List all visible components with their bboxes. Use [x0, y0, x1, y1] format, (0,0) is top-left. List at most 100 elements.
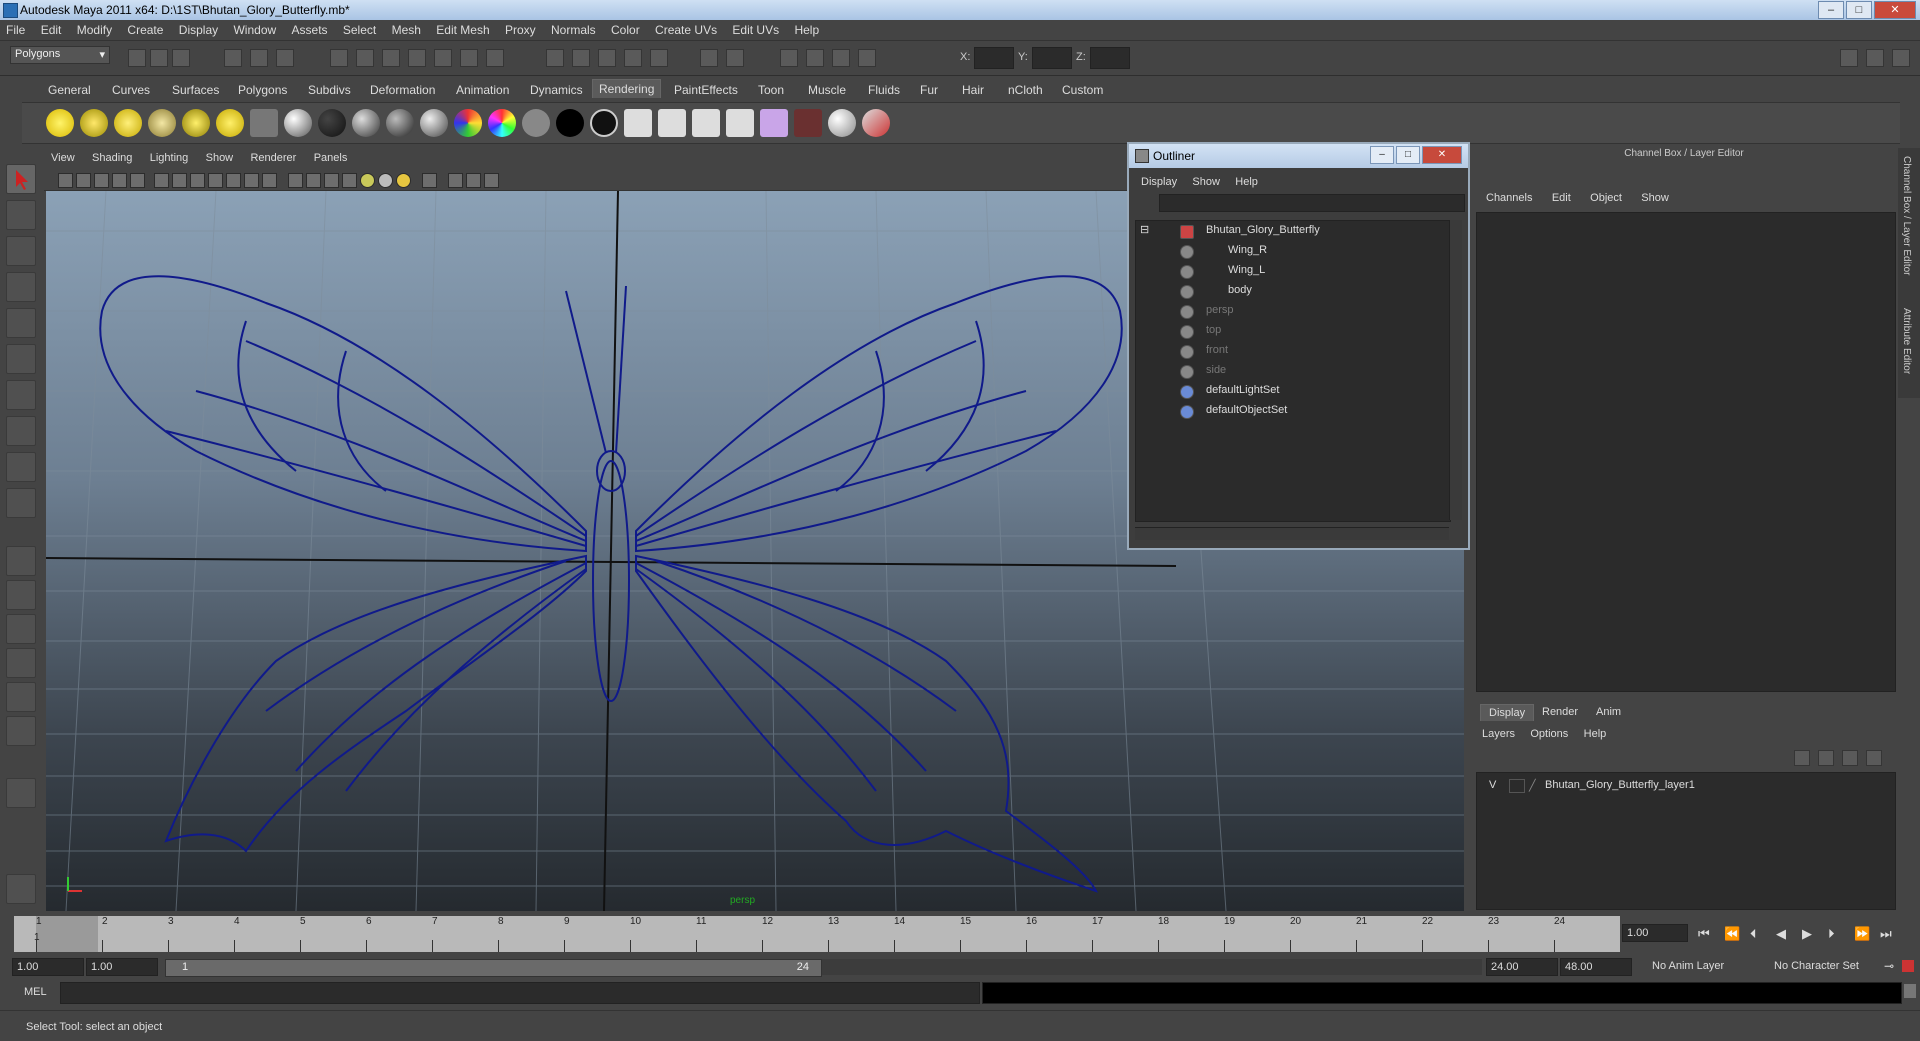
range-slider-bar[interactable]: 1 24	[165, 959, 822, 977]
command-input[interactable]	[60, 982, 980, 1004]
history-icon[interactable]	[460, 49, 478, 67]
smooth-shading-icon[interactable]	[306, 173, 321, 188]
outliner-item-top[interactable]: top	[1206, 324, 1221, 336]
time-slider-track[interactable]: 1 1 2 3 4 5 6 7 8 9 10 11 12 13 14 15 16…	[14, 916, 1620, 952]
layer-row[interactable]: V ╱ Bhutan_Glory_Butterfly_layer1	[1481, 777, 1889, 793]
viewport-menu-renderer[interactable]: Renderer	[243, 150, 303, 166]
select-by-component-icon[interactable]	[276, 49, 294, 67]
move-layer-down-icon[interactable]	[1818, 750, 1834, 766]
shelf-tab-toon[interactable]: Toon	[752, 81, 790, 99]
anim-layer-selector[interactable]: No Anim Layer	[1648, 958, 1758, 976]
wireframe-on-shaded-icon[interactable]	[324, 173, 339, 188]
single-perspective-layout-icon[interactable]	[6, 546, 36, 576]
render-settings-shelf-icon[interactable]	[726, 109, 754, 137]
z-coordinate-field[interactable]	[1090, 47, 1130, 69]
outliner-horizontal-scrollbar[interactable]	[1135, 527, 1449, 540]
anisotropic-shader-icon[interactable]	[420, 109, 448, 137]
shelf-tab-curves[interactable]: Curves	[106, 81, 156, 99]
outliner-item-default-object-set[interactable]: defaultObjectSet	[1206, 404, 1287, 416]
shadow-shader-icon[interactable]	[590, 109, 618, 137]
channel-box-icon[interactable]	[832, 49, 850, 67]
render-settings-icon[interactable]	[598, 49, 616, 67]
step-back-key-icon[interactable]: ⏪	[1724, 926, 1740, 942]
open-scene-icon[interactable]	[150, 49, 168, 67]
render-region-icon[interactable]	[692, 109, 720, 137]
menu-proxy[interactable]: Proxy	[499, 20, 542, 40]
minimize-button[interactable]: –	[1818, 1, 1844, 19]
menu-color[interactable]: Color	[605, 20, 646, 40]
current-frame-marker[interactable]	[36, 916, 98, 952]
render-region-tool-icon[interactable]	[6, 778, 36, 808]
shelf-tab-subdivs[interactable]: Subdivs	[302, 81, 357, 99]
shelf-tab-general[interactable]: General	[42, 81, 97, 99]
play-backwards-icon[interactable]: ◀	[1776, 926, 1786, 942]
outliner-item-side[interactable]: side	[1206, 364, 1226, 376]
bookmark-icon[interactable]	[94, 173, 109, 188]
layer-template-toggle[interactable]	[1509, 779, 1525, 793]
shelf-tab-surfaces[interactable]: Surfaces	[166, 81, 225, 99]
menu-edit-uvs[interactable]: Edit UVs	[726, 20, 785, 40]
render-view-icon[interactable]	[650, 49, 668, 67]
outliner-item-body[interactable]: body	[1228, 284, 1252, 296]
shelf-tab-fur[interactable]: Fur	[914, 81, 944, 99]
paint-brush-icon[interactable]	[862, 109, 890, 137]
wing-l-hind[interactable]	[635, 554, 1098, 893]
paint-select-tool-icon[interactable]	[6, 236, 36, 266]
xray-joints-icon[interactable]	[466, 173, 481, 188]
film-gate-icon[interactable]	[172, 173, 187, 188]
side-tab-attribute-editor[interactable]: Attribute Editor	[1901, 308, 1912, 374]
new-layer-selected-icon[interactable]	[1866, 750, 1882, 766]
menu-mesh[interactable]: Mesh	[386, 20, 427, 40]
image-plane-icon[interactable]	[112, 173, 127, 188]
safe-title-icon[interactable]	[262, 173, 277, 188]
xray-icon[interactable]	[448, 173, 463, 188]
outliner-item-bhutan-glory-butterfly[interactable]: Bhutan_Glory_Butterfly	[1206, 224, 1320, 236]
outliner-item-persp[interactable]: persp	[1206, 304, 1234, 316]
layer-menu-options[interactable]: Options	[1524, 728, 1574, 740]
lambert-shader-icon[interactable]	[318, 109, 346, 137]
outliner-minimize-button[interactable]: –	[1370, 146, 1394, 164]
play-forwards-icon[interactable]: ▶	[1802, 926, 1812, 942]
rotate-tool-icon[interactable]	[6, 308, 36, 338]
wing-r-hind[interactable]	[164, 554, 587, 853]
shelf-tab-muscle[interactable]: Muscle	[802, 81, 852, 99]
persp-graph-hypergraph-layout-icon[interactable]	[6, 716, 36, 746]
viewport-menu-lighting[interactable]: Lighting	[143, 150, 196, 166]
layer-tab-display[interactable]: Display	[1480, 704, 1535, 721]
select-by-hierarchy-icon[interactable]	[224, 49, 242, 67]
field-chart-icon[interactable]	[226, 173, 241, 188]
animation-start-time-field[interactable]: 1.00	[12, 958, 84, 976]
viewport-menu-shading[interactable]: Shading	[85, 150, 139, 166]
volume-light-icon[interactable]	[216, 109, 244, 137]
animation-preferences-icon[interactable]	[1902, 960, 1914, 972]
universal-manipulator-icon[interactable]	[6, 380, 36, 410]
snap-grid-icon[interactable]	[330, 49, 348, 67]
outliner-item-default-light-set[interactable]: defaultLightSet	[1206, 384, 1279, 396]
viewport-menu-panels[interactable]: Panels	[307, 150, 355, 166]
show-hide-channel-box-icon[interactable]	[1840, 49, 1858, 67]
menu-set-selector[interactable]: Polygons ▾	[10, 46, 110, 64]
render-frame-icon[interactable]	[546, 49, 564, 67]
side-tab-channel-box[interactable]: Channel Box / Layer Editor	[1901, 156, 1912, 276]
isolate-select-icon[interactable]	[422, 173, 437, 188]
shelf-tab-ncloth[interactable]: nCloth	[1002, 81, 1049, 99]
surface-shader-icon[interactable]	[522, 109, 550, 137]
move-layer-up-icon[interactable]	[1794, 750, 1810, 766]
select-tool-icon[interactable]	[6, 164, 36, 194]
snap-curve-icon[interactable]	[356, 49, 374, 67]
shelf-tab-fluids[interactable]: Fluids	[862, 81, 906, 99]
gate-mask-icon[interactable]	[208, 173, 223, 188]
viewport-menu-show[interactable]: Show	[199, 150, 241, 166]
help-icon[interactable]	[486, 49, 504, 67]
ipr-render-shelf-icon[interactable]	[658, 109, 686, 137]
render-view-shelf-icon[interactable]	[794, 109, 822, 137]
step-forward-key-icon[interactable]: ⏩	[1854, 926, 1870, 942]
scale-tool-icon[interactable]	[6, 344, 36, 374]
hypershade-shelf-icon[interactable]	[760, 109, 788, 137]
outliner-item-wing-l[interactable]: Wing_L	[1228, 264, 1265, 276]
select-camera-icon[interactable]	[58, 173, 73, 188]
new-layer-icon[interactable]	[1842, 750, 1858, 766]
use-background-shader-icon[interactable]	[556, 109, 584, 137]
channel-menu-show[interactable]: Show	[1633, 192, 1677, 204]
menu-select[interactable]: Select	[337, 20, 382, 40]
